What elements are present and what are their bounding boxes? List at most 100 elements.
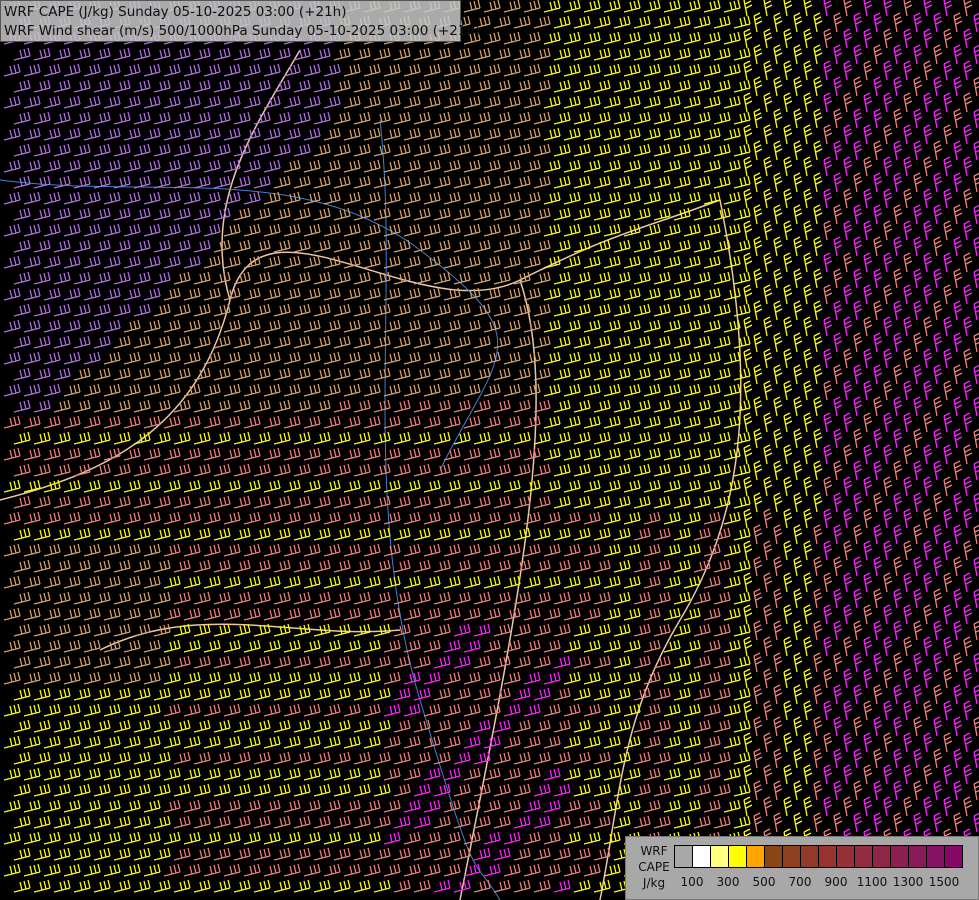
wind-barb xyxy=(723,607,741,621)
wind-barb xyxy=(853,332,863,353)
wind-barb xyxy=(413,143,431,157)
wind-barb xyxy=(353,303,371,317)
wind-barb xyxy=(953,428,963,449)
wind-barb xyxy=(963,284,973,305)
wind-barb xyxy=(13,303,31,317)
wind-barb xyxy=(683,639,701,653)
wind-barb xyxy=(923,572,933,593)
wind-barb xyxy=(663,511,681,525)
wind-barb xyxy=(733,111,751,125)
wind-barb xyxy=(863,636,873,657)
wind-barb xyxy=(703,63,721,77)
wind-barb xyxy=(13,111,31,125)
wind-barb xyxy=(623,223,641,237)
wind-barb xyxy=(503,639,521,653)
wind-barb xyxy=(103,351,121,365)
wind-barb xyxy=(633,271,651,285)
wind-barb xyxy=(953,236,963,257)
wind-barb xyxy=(523,831,541,845)
wind-barb xyxy=(163,735,181,749)
wind-barb xyxy=(103,831,121,845)
wind-barb xyxy=(103,543,121,557)
wind-barb xyxy=(953,204,963,225)
wind-barb xyxy=(713,751,731,765)
wind-barb xyxy=(253,527,271,541)
wind-barb xyxy=(453,271,471,285)
wind-barb xyxy=(573,815,591,829)
wind-barb xyxy=(613,431,631,445)
wind-barb xyxy=(393,687,411,701)
wind-barb xyxy=(883,220,893,241)
wind-barb xyxy=(443,479,461,493)
wind-barb xyxy=(773,332,783,353)
wind-barb xyxy=(843,604,853,625)
wind-barb xyxy=(883,572,893,593)
wind-barb xyxy=(763,732,773,753)
wind-barb xyxy=(323,799,341,813)
wind-barb xyxy=(93,111,111,125)
wind-barb xyxy=(773,428,783,449)
wind-barb xyxy=(313,111,331,125)
wind-barb xyxy=(143,383,161,397)
wind-barb xyxy=(63,479,81,493)
wind-barb xyxy=(393,143,411,157)
wind-barb xyxy=(903,92,913,113)
wind-barb xyxy=(443,863,461,877)
wind-barb xyxy=(643,639,661,653)
wind-barb xyxy=(673,271,691,285)
wind-barb xyxy=(223,575,241,589)
wind-barb xyxy=(3,287,21,301)
wind-barb xyxy=(763,380,773,401)
wind-barb xyxy=(333,367,351,381)
wind-barb xyxy=(543,767,561,781)
wind-barb xyxy=(393,207,411,221)
wind-barb xyxy=(653,111,671,125)
wind-barb xyxy=(303,223,321,237)
wind-barb xyxy=(323,63,341,77)
wind-barb xyxy=(323,639,341,653)
wind-barb xyxy=(143,287,161,301)
wind-barb xyxy=(783,92,793,113)
wind-barb xyxy=(503,287,521,301)
wind-barb xyxy=(363,287,381,301)
wind-barb xyxy=(183,735,201,749)
wind-barb xyxy=(633,559,651,573)
wind-barb xyxy=(53,751,71,765)
wind-barb xyxy=(93,239,111,253)
wind-barb xyxy=(743,572,753,593)
wind-barb xyxy=(63,575,81,589)
wind-barb xyxy=(213,847,231,861)
wind-barb xyxy=(463,671,481,685)
wind-barb xyxy=(413,463,431,477)
wind-barb xyxy=(393,879,411,893)
wind-barb xyxy=(793,332,803,353)
wind-barb xyxy=(233,463,251,477)
wind-barb xyxy=(223,831,241,845)
wind-barb xyxy=(413,431,431,445)
wind-barb xyxy=(413,879,431,893)
wind-barb xyxy=(713,719,731,733)
wind-barb xyxy=(23,287,41,301)
wind-barb xyxy=(893,300,903,321)
wind-barb xyxy=(943,316,953,337)
wind-barb xyxy=(533,207,551,221)
wind-barb xyxy=(873,748,883,769)
wind-barb xyxy=(303,671,321,685)
wind-barb xyxy=(643,191,661,205)
wind-barb xyxy=(103,511,121,525)
wind-barb xyxy=(133,79,151,93)
wind-barb xyxy=(383,319,401,333)
wind-barb xyxy=(483,607,501,621)
wind-barb xyxy=(143,447,161,461)
wind-barb xyxy=(573,687,591,701)
wind-barb xyxy=(563,671,581,685)
wind-barb xyxy=(303,735,321,749)
wind-barb xyxy=(803,28,813,49)
wind-barb xyxy=(833,460,843,481)
wind-barb xyxy=(723,31,741,45)
wind-barb xyxy=(593,207,611,221)
wind-barb xyxy=(483,575,501,589)
wind-barb xyxy=(493,687,511,701)
wind-barb xyxy=(373,207,391,221)
wind-barb xyxy=(633,655,651,669)
